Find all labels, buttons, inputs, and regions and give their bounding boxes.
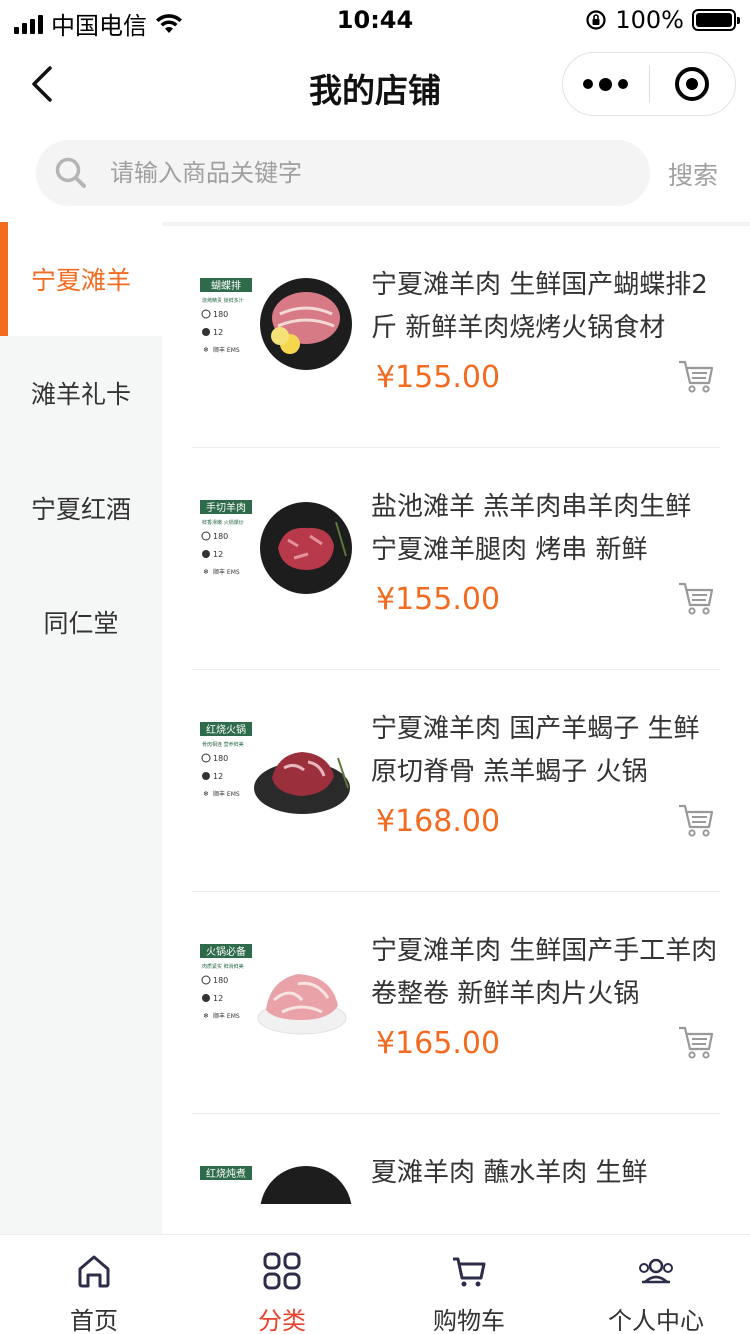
badge-shipping: 顺丰 EMS <box>213 568 240 576</box>
product-subtag: 鲜香滑嫩 火锅爆炒 <box>202 519 244 526</box>
product-tag: 红烧火锅 <box>206 723 246 736</box>
search-icon <box>55 157 86 188</box>
badge-hours: 12 <box>213 550 223 559</box>
signal-icon <box>14 14 43 34</box>
product-name[interactable]: 宁夏滩羊肉 国产羊蝎子 生鲜 原切脊骨 羔羊蝎子 火锅 <box>371 708 723 794</box>
product-price: ¥165.00 <box>376 1026 501 1061</box>
svg-text:❄: ❄ <box>203 1012 209 1020</box>
sidebar-item-label: 滩羊礼卡 <box>30 380 131 409</box>
product-card[interactable]: 蝴蝶排 烧烤精贵 锁鲜多汁 180 12 ❄ 顺丰 EMS 宁夏滩羊肉 生鲜国产… <box>192 226 720 448</box>
product-name[interactable]: 夏滩羊肉 蘸水羊肉 生鲜 <box>371 1152 723 1204</box>
status-right: 100% <box>585 6 740 34</box>
product-image[interactable]: 火锅必备 肉质紧实 鲜滑鲜美 180 12 ❄ 顺丰 EMS <box>198 940 352 1052</box>
svg-text:❄: ❄ <box>203 346 209 354</box>
badge-days: 180 <box>213 976 228 985</box>
tab-label: 首页 <box>70 1307 118 1334</box>
tab-label: 购物车 <box>433 1307 505 1334</box>
badge-shipping: 顺丰 EMS <box>213 346 240 354</box>
product-image[interactable]: 红烧火锅 骨肉相连 营养鲜美 180 12 ❄ 顺丰 EMS <box>198 718 352 830</box>
search-button[interactable]: 搜索 <box>668 156 718 192</box>
back-arrow-icon[interactable] <box>24 62 64 106</box>
badge-days: 180 <box>213 754 228 763</box>
sidebar-item-tongrentang[interactable]: 同仁堂 <box>0 565 162 679</box>
add-to-cart-icon[interactable] <box>676 800 716 840</box>
product-price: ¥155.00 <box>376 582 501 617</box>
close-mini-program-button[interactable] <box>650 52 736 116</box>
badge-hours: 12 <box>213 328 223 337</box>
add-to-cart-icon[interactable] <box>676 578 716 618</box>
home-icon <box>78 1255 110 1288</box>
add-to-cart-icon[interactable] <box>676 356 716 396</box>
tab-bar: 首页 分类 购物车 个人中心 <box>0 1234 750 1334</box>
product-name[interactable]: 盐池滩羊 羔羊肉串羊肉生鲜 宁夏滩羊腿肉 烤串 新鲜 <box>371 486 723 572</box>
product-image[interactable]: 蝴蝶排 烧烤精贵 锁鲜多汁 180 12 ❄ 顺丰 EMS <box>198 274 352 386</box>
category-sidebar: 宁夏滩羊 滩羊礼卡 宁夏红酒 同仁堂 <box>0 222 162 1234</box>
search-box[interactable] <box>36 140 650 206</box>
add-to-cart-icon[interactable] <box>676 1022 716 1062</box>
tab-label: 分类 <box>258 1307 306 1334</box>
product-name[interactable]: 宁夏滩羊肉 生鲜国产手工羊肉卷整卷 新鲜羊肉片火锅 <box>371 930 723 1016</box>
navigation-bar: 我的店铺 <box>0 44 750 128</box>
product-image[interactable]: 红烧炖煮 <box>198 1162 352 1204</box>
product-price: ¥168.00 <box>376 804 501 839</box>
product-card[interactable]: 红烧火锅 骨肉相连 营养鲜美 180 12 ❄ 顺丰 EMS 宁夏滩羊肉 国产羊… <box>192 670 720 892</box>
target-icon <box>675 67 710 101</box>
wifi-icon <box>156 13 182 33</box>
sidebar-item-label: 宁夏滩羊 <box>30 266 131 295</box>
tab-profile[interactable]: 个人中心 <box>562 1235 750 1334</box>
carrier-label: 中国电信 <box>51 12 147 40</box>
orientation-lock-icon <box>586 10 606 30</box>
product-card[interactable]: 红烧炖煮 夏滩羊肉 蘸水羊肉 生鲜 <box>192 1114 720 1204</box>
sidebar-item-label: 宁夏红酒 <box>30 495 131 524</box>
badge-days: 180 <box>213 310 228 319</box>
product-image[interactable]: 手切羊肉 鲜香滑嫩 火锅爆炒 180 12 ❄ 顺丰 EMS <box>198 496 352 608</box>
more-dot-icon <box>583 79 594 89</box>
product-name[interactable]: 宁夏滩羊肉 生鲜国产蝴蝶排2斤 新鲜羊肉烧烤火锅食材 <box>371 264 723 350</box>
product-card[interactable]: 手切羊肉 鲜香滑嫩 火锅爆炒 180 12 ❄ 顺丰 EMS 盐池滩羊 羔羊肉串… <box>192 448 720 670</box>
more-menu-button[interactable] <box>563 52 649 116</box>
badge-shipping: 顺丰 EMS <box>213 1012 240 1020</box>
sidebar-item-ningxia-lamb[interactable]: 宁夏滩羊 <box>0 222 162 336</box>
tab-home[interactable]: 首页 <box>0 1235 188 1334</box>
product-tag: 火锅必备 <box>206 945 246 958</box>
sidebar-item-red-wine[interactable]: 宁夏红酒 <box>0 451 162 565</box>
sidebar-item-label: 同仁堂 <box>43 609 119 638</box>
product-subtag: 烧烤精贵 锁鲜多汁 <box>202 297 244 304</box>
sidebar-item-gift-card[interactable]: 滩羊礼卡 <box>0 336 162 450</box>
product-subtag: 肉质紧实 鲜滑鲜美 <box>202 963 244 970</box>
svg-text:❄: ❄ <box>203 568 209 576</box>
more-dot-icon <box>599 77 613 91</box>
tab-cart[interactable]: 购物车 <box>375 1235 563 1334</box>
product-card[interactable]: 火锅必备 肉质紧实 鲜滑鲜美 180 12 ❄ 顺丰 EMS 宁夏滩羊肉 生鲜国… <box>192 892 720 1114</box>
category-grid-icon <box>263 1252 301 1290</box>
user-group-icon <box>639 1258 673 1284</box>
badge-shipping: 顺丰 EMS <box>213 790 240 798</box>
product-tag: 蝴蝶排 <box>211 279 241 292</box>
badge-days: 180 <box>213 532 228 541</box>
product-subtag: 骨肉相连 营养鲜美 <box>202 741 244 748</box>
product-tag: 红烧炖煮 <box>206 1167 246 1180</box>
mini-program-capsule <box>562 52 736 116</box>
status-left: 中国电信 <box>14 6 183 41</box>
battery-icon <box>692 9 740 31</box>
product-list: 蝴蝶排 烧烤精贵 锁鲜多汁 180 12 ❄ 顺丰 EMS 宁夏滩羊肉 生鲜国产… <box>162 226 750 1204</box>
badge-hours: 12 <box>213 994 223 1003</box>
product-price: ¥155.00 <box>376 360 501 395</box>
svg-text:❄: ❄ <box>203 790 209 798</box>
more-dot-icon <box>618 79 629 89</box>
status-bar: 中国电信 10:44 100% <box>0 0 750 44</box>
tab-category[interactable]: 分类 <box>188 1235 376 1334</box>
tab-label: 个人中心 <box>608 1307 704 1334</box>
cart-icon <box>453 1257 486 1287</box>
battery-percent: 100% <box>615 6 684 34</box>
product-tag: 手切羊肉 <box>206 501 246 514</box>
search-input[interactable] <box>110 159 630 187</box>
badge-hours: 12 <box>213 772 223 781</box>
search-bar: 搜索 <box>0 140 750 208</box>
